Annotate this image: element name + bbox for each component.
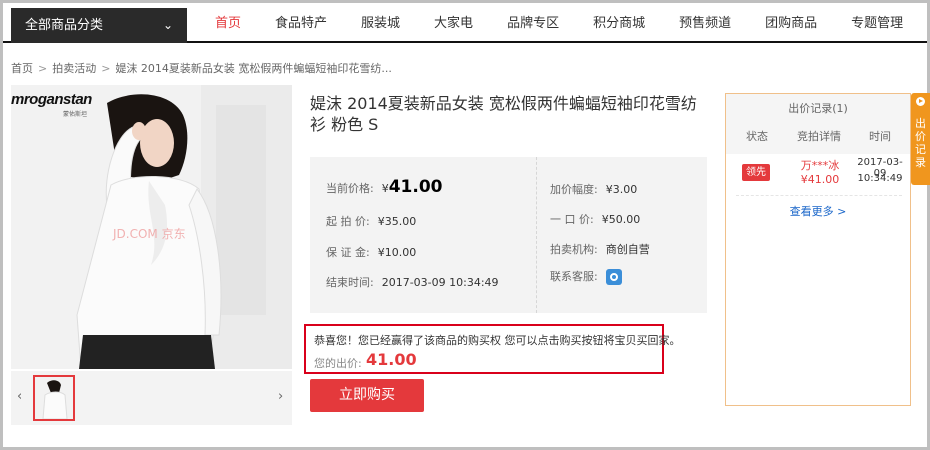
nav-item-group-buy[interactable]: 团购商品 — [748, 3, 834, 43]
customer-service-row: 联系客服: — [550, 268, 622, 285]
increment-row: 加价幅度: ¥3.00 — [550, 181, 637, 197]
bid-records-title: 出价记录(1) — [788, 102, 848, 115]
start-price-row: 起 拍 价: ¥35.00 — [326, 213, 416, 229]
deposit-label: 保 证 金: — [326, 246, 370, 259]
current-price-label: 当前价格: — [326, 182, 374, 195]
increment-value: ¥3.00 — [605, 183, 638, 196]
org-row: 拍卖机构: 商创自营 — [550, 241, 650, 257]
end-time-value: 2017-03-09 10:34:49 — [381, 276, 499, 289]
bid-records-header: 出价记录(1) 状态 竞拍详情 时间 — [726, 94, 910, 154]
bid-records-side-tab[interactable]: 出价记录 — [911, 93, 930, 185]
bid-time: 10:34:49 — [857, 173, 903, 184]
all-categories-label: 全部商品分类 — [25, 18, 104, 33]
breadcrumb-auction[interactable]: 拍卖活动 — [52, 62, 96, 75]
breadcrumb-separator-icon: > — [38, 62, 48, 75]
nav-item-food[interactable]: 食品特产 — [258, 3, 344, 43]
top-nav: 全部商品分类 ⌄ 首页 食品特产 服装城 大家电 品牌专区 积分商城 预售频道 … — [3, 3, 927, 43]
panel-divider — [536, 157, 537, 313]
all-categories-button[interactable]: 全部商品分类 ⌄ — [11, 8, 187, 43]
product-image[interactable]: mroganstan 蒙佑斯坦 JD.COM 京东 — [11, 85, 292, 369]
auction-info-panel: 当前价格: ¥41.00 起 拍 价: ¥35.00 保 证 金: ¥10.00 结束… — [310, 157, 707, 313]
deposit-row: 保 证 金: ¥10.00 — [326, 244, 416, 260]
current-price-row: 当前价格: ¥41.00 — [326, 177, 443, 197]
end-time-row: 结束时间: 2017-03-09 10:34:49 — [326, 274, 499, 290]
org-value: 商创自营 — [605, 243, 650, 256]
customer-service-icon[interactable] — [605, 269, 622, 285]
chevron-left-icon[interactable]: ‹ — [17, 389, 22, 404]
brand-logo: mroganstan — [11, 91, 92, 108]
chevron-right-icon[interactable]: › — [278, 389, 283, 404]
side-tab-label: 出价记录 — [915, 117, 926, 169]
breadcrumb-current: 媞沫 2014夏装新品女装 宽松假两件蝙蝠短袖印花雪纺... — [115, 62, 392, 75]
records-divider — [736, 195, 902, 196]
thumbnail-bar: ‹ › — [11, 371, 292, 425]
thumbnail-image[interactable] — [33, 375, 75, 421]
chevron-down-icon: ⌄ — [162, 18, 173, 32]
nav-menu: 首页 食品特产 服装城 大家电 品牌专区 积分商城 预售频道 团购商品 专题管理 — [198, 3, 920, 43]
your-bid-label: 您的出价: — [314, 357, 362, 370]
bid-amount: ¥41.00 — [800, 173, 840, 186]
col-details: 竞拍详情 — [797, 130, 841, 143]
deposit-value: ¥10.00 — [377, 246, 417, 259]
breadcrumb-home[interactable]: 首页 — [11, 62, 33, 75]
nav-item-appliances[interactable]: 大家电 — [417, 3, 490, 43]
nav-item-topics[interactable]: 专题管理 — [834, 3, 920, 43]
nav-item-clothing[interactable]: 服装城 — [344, 3, 417, 43]
brand-logo-subtext: 蒙佑斯坦 — [63, 111, 88, 118]
nav-item-points-mall[interactable]: 积分商城 — [576, 3, 662, 43]
thumbnail-photo — [35, 377, 73, 419]
win-notice: 恭喜您！您已经赢得了该商品的购买权 您可以点击购买按钮将宝贝买回家。 您的出价:… — [304, 324, 681, 374]
start-price-value: ¥35.00 — [377, 215, 417, 228]
arrow-right-icon — [916, 97, 925, 106]
end-time-label: 结束时间: — [326, 276, 374, 289]
breadcrumb-separator-icon: > — [101, 62, 111, 75]
bid-records-panel: 出价记录(1) 状态 竞拍详情 时间 领先 万***冰 ¥41.00 2017-… — [725, 93, 911, 406]
product-title: 媞沫 2014夏装新品女装 宽松假两件蝙蝠短袖印花雪纺衫 粉色 S — [310, 94, 697, 134]
increment-label: 加价幅度: — [550, 183, 598, 196]
buyout-value: ¥50.00 — [601, 213, 641, 226]
breadcrumb: 首页 > 拍卖活动 > 媞沫 2014夏装新品女装 宽松假两件蝙蝠短袖印花雪纺... — [11, 60, 392, 76]
status-badge: 领先 — [742, 164, 770, 181]
col-status: 状态 — [746, 130, 768, 143]
customer-service-label: 联系客服: — [550, 270, 598, 283]
buyout-label: 一 口 价: — [550, 213, 594, 226]
bidder-name: 万***冰 — [800, 159, 840, 172]
start-price-label: 起 拍 价: — [326, 215, 370, 228]
col-time: 时间 — [869, 130, 891, 143]
buyout-row: 一 口 价: ¥50.00 — [550, 211, 640, 227]
nav-item-presale[interactable]: 预售频道 — [662, 3, 748, 43]
current-price-value: 41.00 — [388, 177, 443, 197]
nav-item-brands[interactable]: 品牌专区 — [490, 3, 576, 43]
buy-now-button[interactable]: 立即购买 — [310, 379, 424, 412]
win-message: 恭喜您！您已经赢得了该商品的购买权 您可以点击购买按钮将宝贝买回家。 — [314, 334, 681, 347]
nav-item-home[interactable]: 首页 — [198, 3, 258, 43]
view-more-link[interactable]: 查看更多 > — [726, 203, 910, 219]
watermark: JD.COM 京东 — [113, 227, 186, 241]
currency-symbol: ¥ — [381, 182, 389, 195]
your-bid-value: 41.00 — [366, 350, 417, 369]
org-label: 拍卖机构: — [550, 243, 598, 256]
